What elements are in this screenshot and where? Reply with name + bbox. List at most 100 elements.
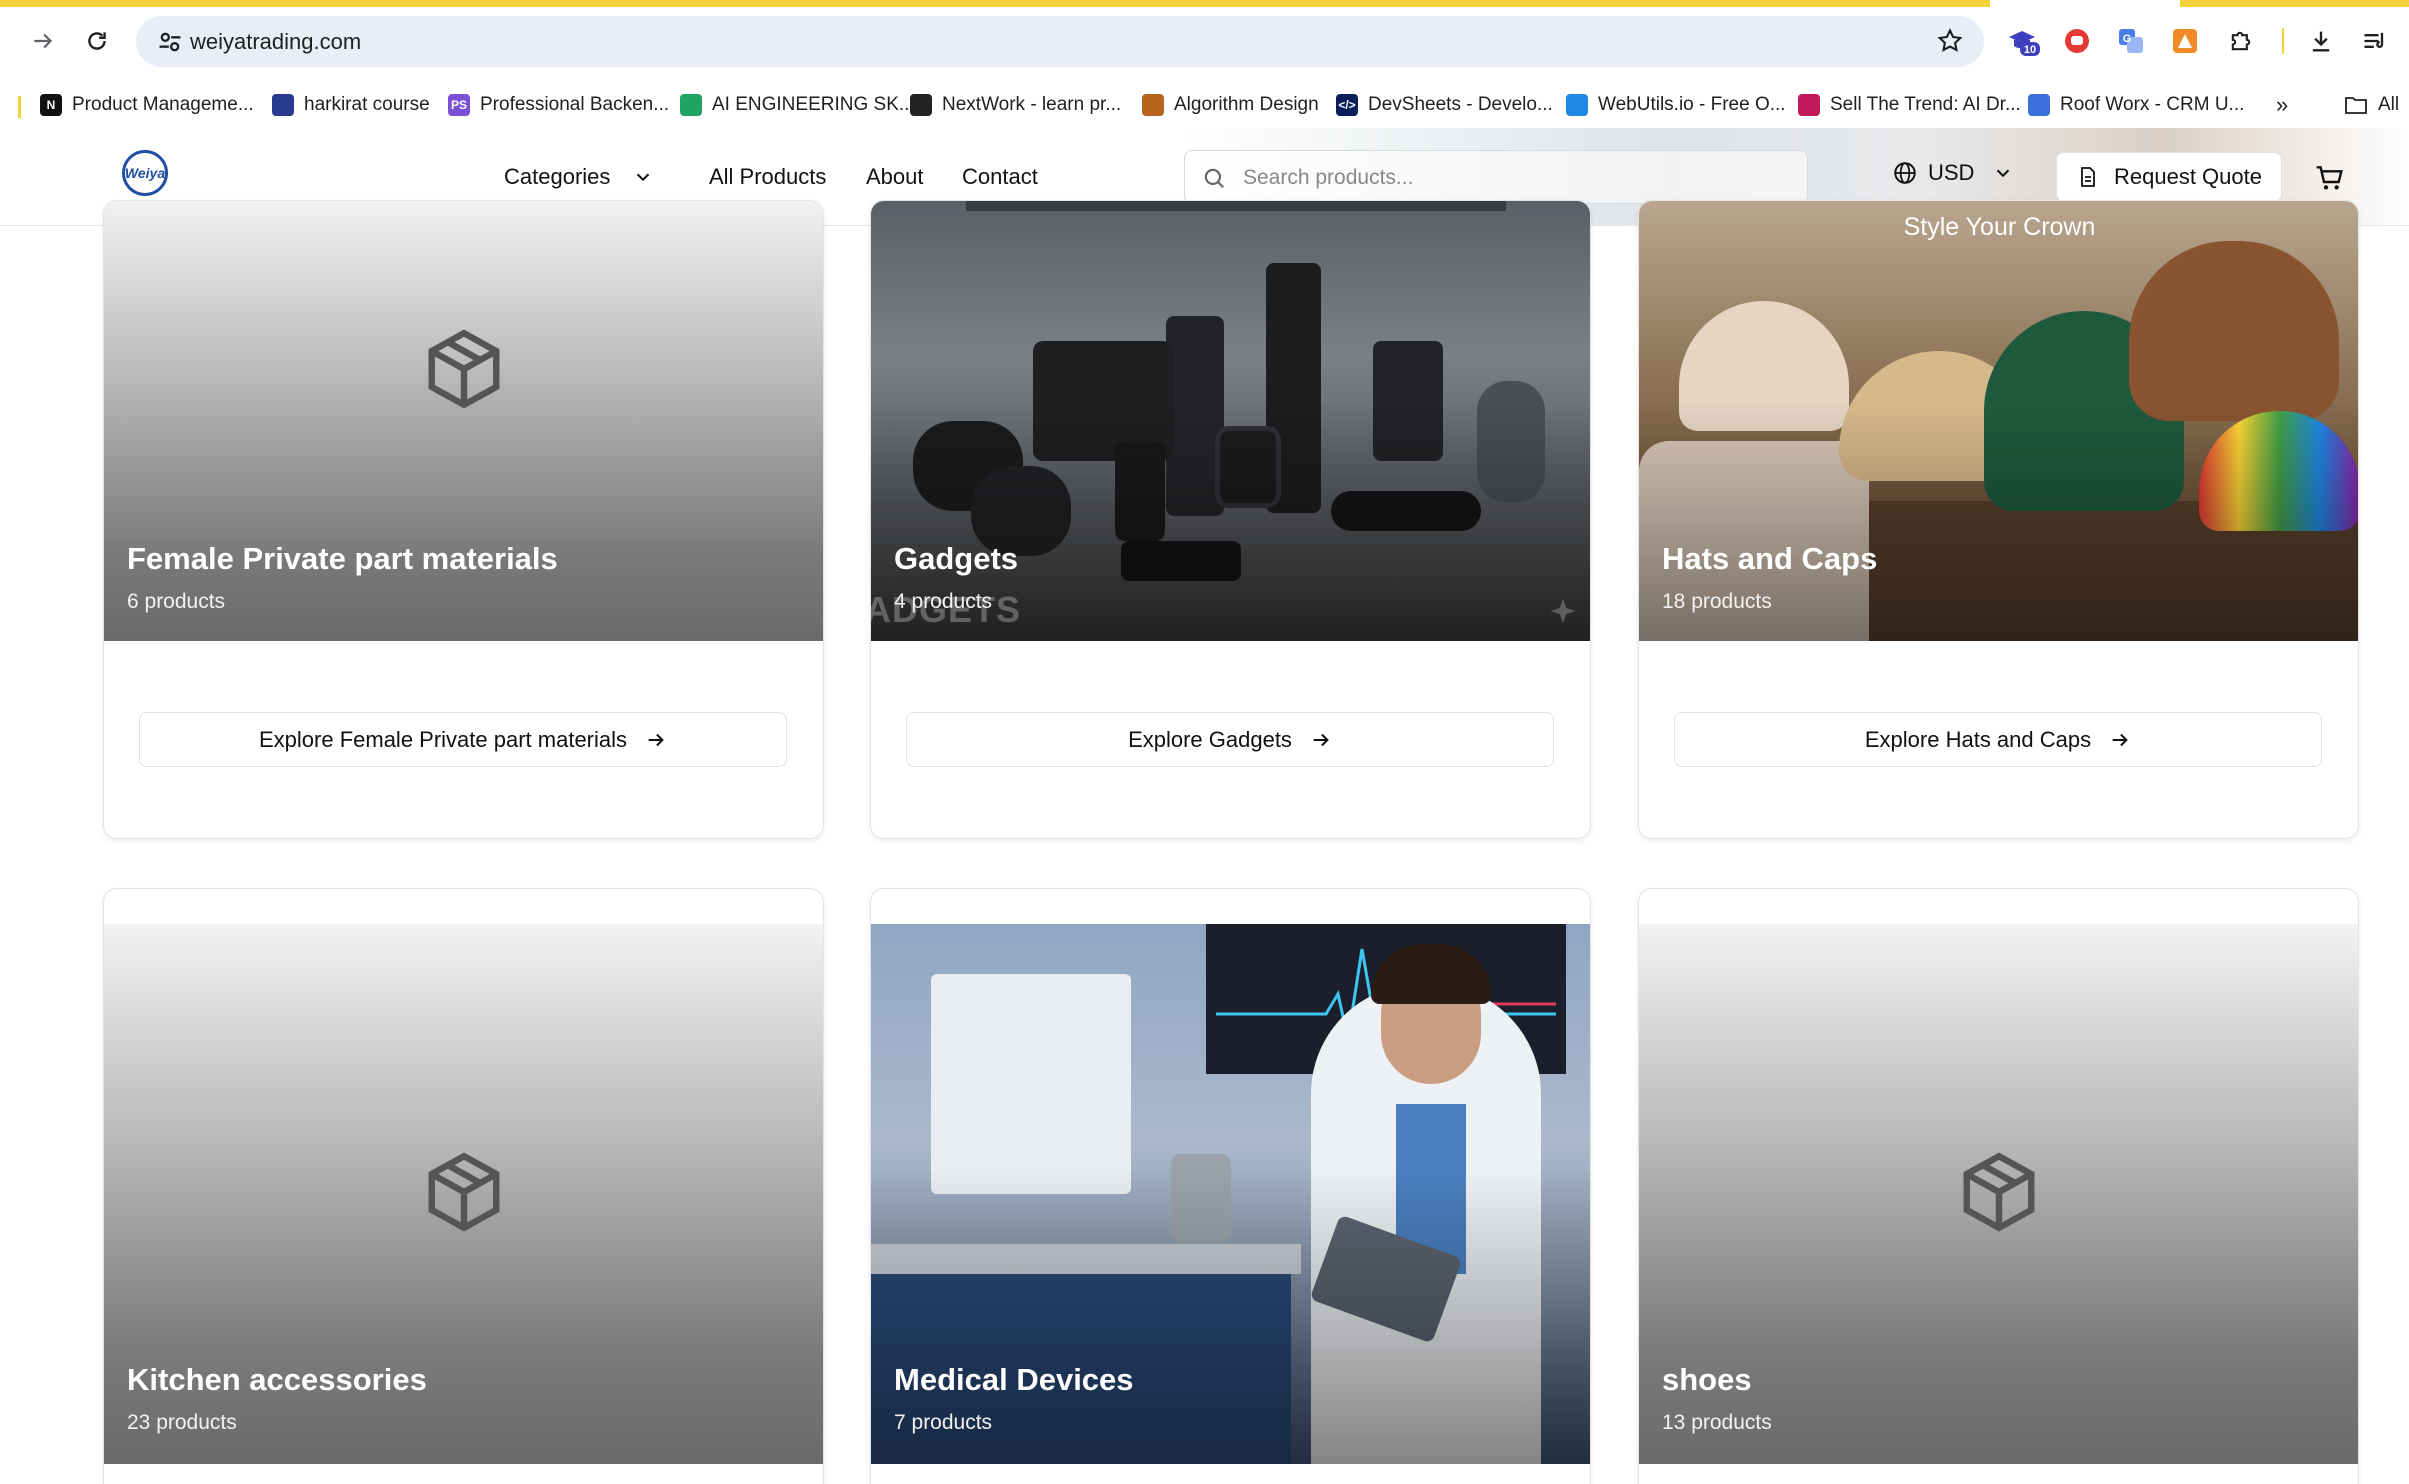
bookmark-label: Roof Worx - CRM U... bbox=[2060, 94, 2245, 115]
bookmark-item[interactable]: Sell The Trend: AI Dr... bbox=[1798, 90, 2021, 120]
category-image-placeholder[interactable]: shoes 13 products bbox=[1639, 924, 2358, 1464]
category-card: Kitchen accessories 23 products bbox=[103, 888, 824, 1484]
arrow-right-icon bbox=[1313, 733, 1329, 746]
medical-devices-image[interactable]: Medical Devices 7 products bbox=[871, 924, 1590, 1464]
bookmark-item[interactable]: AI ENGINEERING SK... bbox=[680, 90, 915, 120]
url-text[interactable]: weiyatrading.com bbox=[190, 29, 361, 55]
bookmarks-bar: N Product Manageme... harkirat course PS Pro… bbox=[0, 82, 2409, 128]
forward-icon[interactable] bbox=[26, 24, 60, 58]
product-count: 4 products bbox=[894, 590, 993, 613]
globe-icon bbox=[1894, 162, 1916, 184]
category-title[interactable]: Female Private part materials bbox=[127, 541, 558, 577]
category-title[interactable]: Medical Devices bbox=[894, 1362, 1134, 1398]
category-image-placeholder[interactable]: Kitchen accessories 23 products bbox=[104, 924, 823, 1464]
bookmark-item[interactable]: harkirat course bbox=[272, 90, 430, 120]
bookmark-item[interactable]: N Product Manageme... bbox=[40, 90, 254, 120]
bookmark-favicon-icon bbox=[1566, 94, 1588, 116]
product-count: 13 products bbox=[1662, 1411, 1772, 1434]
request-quote-button[interactable]: Request Quote bbox=[2056, 152, 2282, 202]
category-title[interactable]: Gadgets bbox=[894, 541, 1018, 577]
hats-image[interactable]: Style Your Crown Hats and Caps 18 produc… bbox=[1639, 201, 2358, 641]
category-title[interactable]: shoes bbox=[1662, 1362, 1752, 1398]
accent-strip-right bbox=[2180, 0, 2409, 7]
reload-icon[interactable] bbox=[80, 24, 114, 58]
folder-icon bbox=[2345, 97, 2367, 114]
category-image-placeholder[interactable]: Female Private part materials 6 products bbox=[104, 201, 823, 641]
chevron-down-icon[interactable] bbox=[632, 166, 654, 188]
category-card: Medical Devices 7 products bbox=[870, 888, 1591, 1484]
request-quote-label: Request Quote bbox=[2114, 164, 2262, 189]
bookmark-star-icon[interactable] bbox=[1936, 27, 1964, 55]
site-settings-icon[interactable] bbox=[156, 28, 184, 56]
nav-categories[interactable]: Categories bbox=[504, 164, 610, 190]
bookmark-label: AI ENGINEERING SK... bbox=[712, 94, 915, 115]
nav-about[interactable]: About bbox=[866, 164, 924, 190]
sparkle-icon bbox=[1550, 598, 1576, 624]
all-bookmarks-folder[interactable]: All bbox=[2344, 90, 2399, 120]
red-chat-extension-icon[interactable] bbox=[2060, 24, 2094, 58]
currency-selector[interactable]: USD bbox=[1892, 160, 2014, 186]
bookmark-item[interactable]: WebUtils.io - Free O... bbox=[1566, 90, 1786, 120]
document-icon bbox=[2081, 167, 2095, 187]
browser-toolbar: weiyatrading.com 10 G bbox=[0, 0, 2409, 82]
hat-extension-icon[interactable]: 10 bbox=[2006, 24, 2040, 58]
category-title[interactable]: Kitchen accessories bbox=[127, 1362, 427, 1398]
explore-label: Explore Gadgets bbox=[1128, 726, 1292, 752]
bookmark-label: NextWork - learn pr... bbox=[942, 94, 1122, 115]
category-card: ADGETS Gadgets 4 products Explore Gadget… bbox=[870, 200, 1591, 839]
nav-all-products[interactable]: All Products bbox=[709, 164, 826, 190]
extensions-puzzle-icon[interactable] bbox=[2224, 24, 2258, 58]
explore-category-button[interactable]: Explore Female Private part materials bbox=[139, 712, 787, 767]
reading-list-icon[interactable] bbox=[2358, 24, 2392, 58]
bookmark-label: harkirat course bbox=[304, 94, 430, 115]
bookmark-item[interactable]: PS Professional Backen... bbox=[448, 90, 669, 120]
package-icon bbox=[428, 329, 500, 409]
bookmark-favicon-icon bbox=[272, 94, 294, 116]
category-title[interactable]: Hats and Caps bbox=[1662, 541, 1877, 577]
bookmark-favicon-icon bbox=[2028, 94, 2050, 116]
explore-category-button[interactable]: Explore Gadgets bbox=[906, 712, 1554, 767]
image-tagline: Style Your Crown bbox=[1903, 213, 2096, 241]
category-card: Style Your Crown Hats and Caps 18 produc… bbox=[1638, 200, 2359, 839]
gadgets-image[interactable]: ADGETS Gadgets 4 products bbox=[871, 201, 1590, 641]
search-box[interactable] bbox=[1184, 150, 1808, 204]
toolbar-divider bbox=[2282, 28, 2284, 54]
product-count: 18 products bbox=[1662, 590, 1772, 613]
bookmark-favicon-icon bbox=[1142, 94, 1164, 116]
bookmark-favicon-icon: </> bbox=[1336, 94, 1358, 116]
cart-icon[interactable] bbox=[2314, 162, 2346, 194]
currency-label: USD bbox=[1928, 160, 1975, 185]
bookmark-label: Product Manageme... bbox=[72, 94, 254, 115]
bookmark-item[interactable]: </> DevSheets - Develo... bbox=[1336, 90, 1553, 120]
bookmark-label: Algorithm Design bbox=[1174, 94, 1319, 115]
explore-category-button[interactable]: Explore Hats and Caps bbox=[1674, 712, 2322, 767]
bookmark-favicon-icon bbox=[1798, 94, 1820, 116]
download-icon[interactable] bbox=[2304, 24, 2338, 58]
orange-extension-icon[interactable] bbox=[2168, 24, 2202, 58]
cowboy-hat-shape bbox=[2129, 241, 2339, 421]
search-input[interactable] bbox=[1243, 163, 1783, 193]
product-count: 7 products bbox=[894, 1411, 993, 1434]
bookmark-item[interactable]: NextWork - learn pr... bbox=[910, 90, 1121, 120]
bookmark-label: WebUtils.io - Free O... bbox=[1598, 94, 1786, 115]
site-logo[interactable]: Weiya bbox=[122, 150, 168, 196]
svg-text:G: G bbox=[2123, 33, 2132, 45]
category-card: shoes 13 products bbox=[1638, 888, 2359, 1484]
bookmark-item[interactable]: Algorithm Design bbox=[1142, 90, 1319, 120]
search-icon bbox=[1204, 168, 1224, 188]
chevron-down-icon bbox=[1997, 169, 2010, 178]
bookmark-label: Professional Backen... bbox=[480, 94, 670, 115]
nav-contact[interactable]: Contact bbox=[962, 164, 1038, 190]
accent-strip bbox=[0, 0, 1990, 7]
image-detail bbox=[966, 201, 1506, 211]
address-bar[interactable]: weiyatrading.com bbox=[136, 16, 1984, 67]
bookmark-label: Sell The Trend: AI Dr... bbox=[1830, 94, 2021, 115]
bookmark-favicon-icon: PS bbox=[448, 94, 470, 116]
bookmark-item[interactable]: Roof Worx - CRM U... bbox=[2028, 90, 2244, 120]
package-icon bbox=[1963, 1152, 2035, 1232]
bookmarks-overflow-button[interactable]: » bbox=[2276, 90, 2288, 120]
bookmark-favicon-icon: N bbox=[40, 94, 62, 116]
arrow-right-icon bbox=[2112, 733, 2128, 746]
translate-extension-icon[interactable]: G bbox=[2114, 24, 2148, 58]
bookmark-favicon-icon bbox=[680, 94, 702, 116]
